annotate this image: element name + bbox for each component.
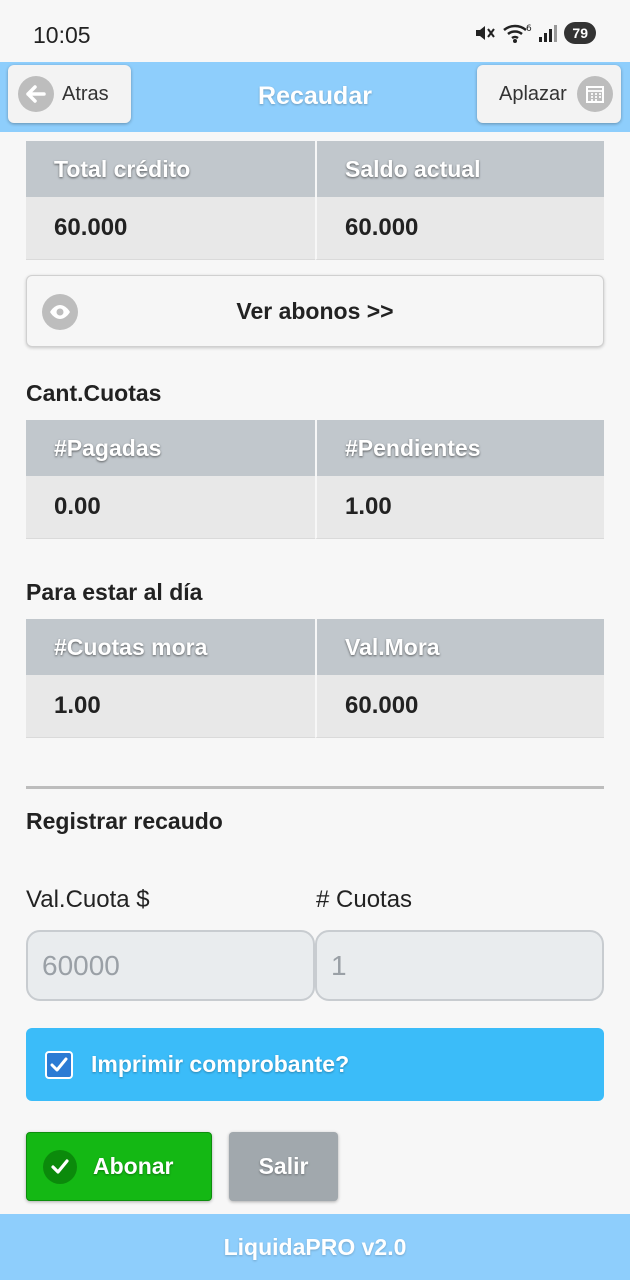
cuotas-paid-value: 0.00 bbox=[26, 476, 315, 539]
cuotas-mora-header: #Cuotas mora bbox=[26, 619, 315, 675]
cuotas-mora-value: 1.00 bbox=[26, 675, 315, 738]
abonar-button[interactable]: Abonar bbox=[26, 1132, 212, 1201]
val-mora-header: Val.Mora bbox=[315, 619, 604, 675]
print-receipt-label: Imprimir comprobante? bbox=[91, 1051, 350, 1077]
checkbox-check-icon[interactable] bbox=[45, 1050, 73, 1079]
cuotas-section-title: Cant.Cuotas bbox=[26, 380, 162, 406]
check-circle-icon bbox=[43, 1149, 77, 1184]
al-dia-table: #Cuotas mora Val.Mora 1.00 60.000 bbox=[26, 619, 604, 738]
cuotas-paid-header: #Pagadas bbox=[26, 420, 315, 476]
cuotas-pending-value: 1.00 bbox=[315, 476, 604, 539]
battery-badge: 79 bbox=[564, 22, 596, 44]
defer-button[interactable]: Aplazar bbox=[477, 65, 621, 123]
status-time: 10:05 bbox=[33, 22, 91, 48]
registrar-section-title: Registrar recaudo bbox=[26, 808, 223, 834]
section-divider bbox=[26, 786, 604, 789]
al-dia-section-title: Para estar al día bbox=[26, 579, 203, 605]
credit-total-value: 60.000 bbox=[26, 197, 315, 260]
app-footer: LiquidaPRO v2.0 bbox=[0, 1214, 630, 1280]
ver-abonos-label: Ver abonos >> bbox=[236, 297, 394, 324]
app-header: Atras Recaudar Aplazar bbox=[0, 62, 630, 132]
wifi-icon: 6 bbox=[502, 22, 532, 44]
salir-button[interactable]: Salir bbox=[229, 1132, 338, 1201]
num-cuotas-input[interactable]: 1 bbox=[315, 930, 604, 1001]
signal-icon bbox=[538, 23, 558, 43]
print-receipt-toggle[interactable]: Imprimir comprobante? bbox=[26, 1028, 604, 1101]
eye-icon bbox=[42, 294, 78, 330]
ver-abonos-button[interactable]: Ver abonos >> bbox=[26, 275, 604, 347]
calendar-icon bbox=[576, 76, 613, 112]
status-icons: 6 79 bbox=[474, 22, 596, 44]
abonar-label: Abonar bbox=[93, 1153, 174, 1179]
salir-label: Salir bbox=[258, 1153, 309, 1179]
credit-balance-value: 60.000 bbox=[315, 197, 604, 260]
credit-balance-header: Saldo actual bbox=[315, 141, 604, 197]
credit-table: Total crédito Saldo actual 60.000 60.000 bbox=[26, 141, 604, 260]
val-mora-value: 60.000 bbox=[315, 675, 604, 738]
num-cuotas-label: # Cuotas bbox=[316, 886, 413, 913]
val-cuota-input[interactable]: 60000 bbox=[26, 930, 315, 1001]
wifi-signal-label: 6 bbox=[526, 24, 532, 34]
credit-total-header: Total crédito bbox=[26, 141, 315, 197]
cuotas-pending-header: #Pendientes bbox=[315, 420, 604, 476]
mute-icon bbox=[474, 23, 496, 43]
defer-button-label: Aplazar bbox=[499, 82, 567, 105]
val-cuota-label: Val.Cuota $ bbox=[26, 886, 150, 913]
cuotas-table: #Pagadas #Pendientes 0.00 1.00 bbox=[26, 420, 604, 539]
status-bar: 10:05 6 79 bbox=[0, 0, 630, 62]
